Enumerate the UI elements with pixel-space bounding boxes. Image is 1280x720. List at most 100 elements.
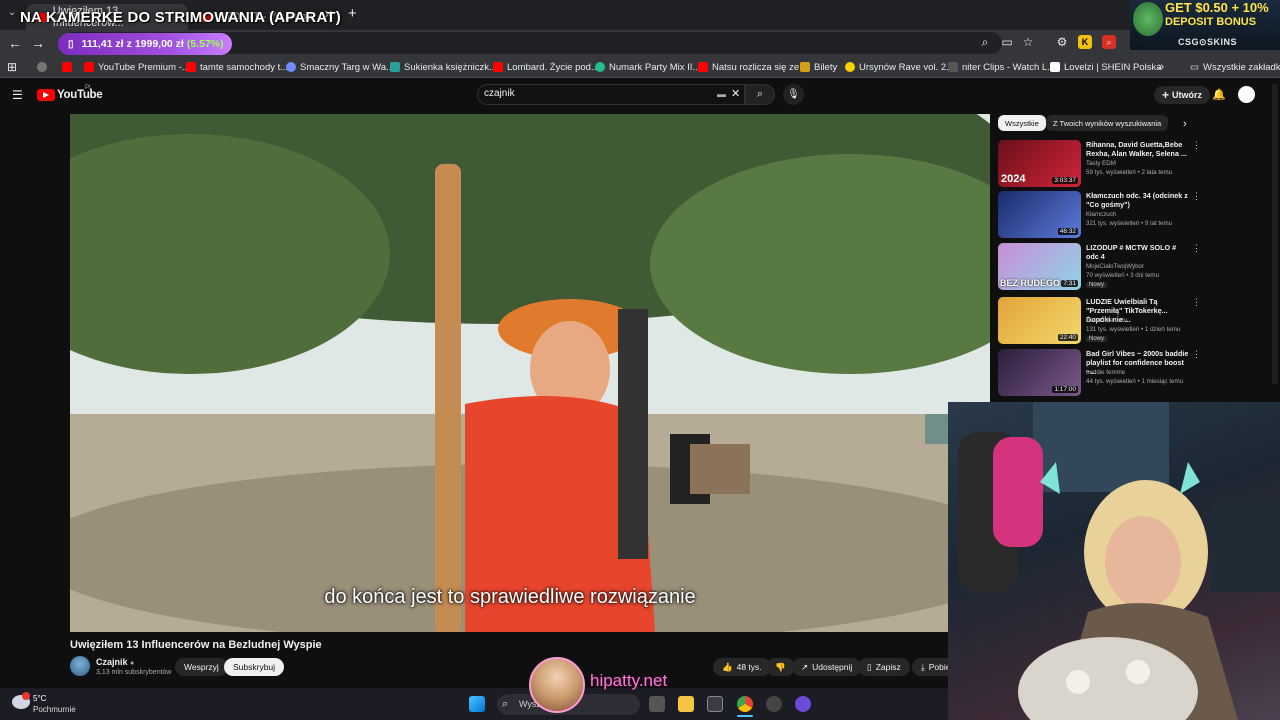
chip-label: Wszystkie [1005,118,1039,128]
video-thumbnail[interactable]: BEZ RUDEGO 7:31 [998,243,1081,290]
youtube-search-input[interactable] [477,84,745,105]
recommendation-item[interactable]: 46:32 Kłamczuch odc. 34 (odcinek z "Co g… [998,191,1208,241]
hamburger-menu-icon[interactable]: ☰ [12,88,23,102]
bookmark-item[interactable]: Lovelzi | SHEIN Polska [1050,59,1162,75]
extension-search-icon[interactable]: ⌕ [1102,35,1116,49]
star-bookmark-icon[interactable]: ☆ [1021,35,1035,49]
recommendation-title[interactable]: LIZODUP # MCTW SOLO # odc 4 [1086,243,1190,261]
more-options-icon[interactable]: ⋮ [1192,140,1201,151]
voice-search-button[interactable]: 🎙 [783,84,804,105]
microsoft-store-icon[interactable] [707,696,723,712]
windows-start-icon[interactable] [469,696,485,712]
video-thumbnail[interactable]: 22:40 [998,297,1081,344]
forward-arrow-icon[interactable]: → [29,34,47,52]
channel-avatar[interactable] [70,656,90,676]
recommendation-channel[interactable]: baddie femme [1086,369,1125,376]
keyboard-icon[interactable]: ▬ [717,89,726,99]
recommendation-item[interactable]: 2024 3:03:37 Rihanna, David Guetta,Bebe … [998,140,1208,190]
all-bookmarks-label: Wszystkie zakładki [1202,61,1280,73]
create-button[interactable]: + Utwórz [1154,86,1211,104]
youtube-logo-text: YouTube [57,89,103,101]
recommendation-meta: 321 tys. wyświetleń • 9 lat temu [1086,220,1173,227]
more-options-icon[interactable]: ⋮ [1192,297,1201,308]
more-options-icon[interactable]: ⋮ [1192,191,1201,202]
recommendation-item[interactable]: BEZ RUDEGO 7:31 LIZODUP # MCTW SOLO # od… [998,243,1208,293]
recommendation-title[interactable]: Rihanna, David Guetta,Bebe Rexha, Alan W… [1086,140,1190,158]
download-button[interactable]: ⤓Pobie [912,658,948,676]
video-player[interactable] [70,114,990,632]
dislike-button[interactable]: 👎 [766,658,795,676]
bookmark-item[interactable]: Smaczny Targ w Wa... [286,59,394,75]
page-scrollbar[interactable] [1272,84,1278,384]
cast-icon[interactable]: ▭ [1000,35,1014,49]
recommendation-item[interactable]: 1:17:00 Bad Girl Vibes ~ 2000s baddie pl… [998,349,1208,399]
youtube-play-icon [43,92,49,98]
bookmark-item[interactable]: tamte samochody t... [186,59,288,75]
obs-icon[interactable] [795,696,811,712]
chip-label: Z Twoich wyników wyszukiwania [1053,118,1162,128]
chip-all[interactable]: Wszystkie [998,115,1046,131]
all-bookmarks-folder[interactable]: ▭ Wszystkie zakładki [1190,59,1280,75]
video-frame-illustration [70,114,990,632]
video-thumbnail[interactable]: 1:17:00 [998,349,1081,396]
bookmark-label: Sukienka księżniczk... [404,61,497,73]
share-label: Udostępnij [812,662,853,672]
notifications-bell-icon[interactable]: 🔔 [1212,88,1226,101]
file-explorer-icon[interactable] [678,696,694,712]
extension-icon[interactable]: ⚙ [1055,35,1069,49]
bookmark-icon-only[interactable] [37,59,51,75]
bookmark-item[interactable]: Lombard. Życie pod... [493,59,599,75]
recommendation-channel[interactable]: Kłamczuch [1086,211,1116,218]
back-arrow-icon[interactable]: ← [6,34,24,52]
bookmark-favicon-icon [595,62,605,72]
search-button[interactable]: ⌕ [745,84,775,105]
task-view-icon[interactable] [649,696,665,712]
recommendation-channel[interactable]: MojeCiałoTwojWybor [1086,263,1144,270]
tab-search-chevron-icon[interactable]: ⌄ [4,7,20,23]
more-options-icon[interactable]: ⋮ [1192,349,1201,360]
bookmark-item[interactable]: Numark Party Mix II... [595,59,700,75]
recommendation-channel[interactable]: Tasty EDM [1086,160,1116,167]
extension-k-icon[interactable]: K [1078,35,1092,49]
channel-name[interactable]: Czajnik ● [96,657,134,667]
account-avatar[interactable] [1238,86,1255,103]
weather-condition[interactable]: Pochmurnie [33,705,76,714]
apps-grid-icon[interactable]: ⊞ [7,59,17,75]
video-thumbnail[interactable]: 2024 3:03:37 [998,140,1081,187]
support-button[interactable]: Wesprzyj [175,658,228,676]
more-options-icon[interactable]: ⋮ [1192,243,1201,254]
video-thumbnail[interactable]: 46:32 [998,191,1081,238]
recommendation-meta: 44 tys. wyświetleń • 1 miesiąc temu [1086,378,1184,385]
bookmark-favicon-icon [493,62,503,72]
bookmark-item[interactable]: Bilety [800,59,837,75]
chrome-icon[interactable] [737,696,753,712]
like-button[interactable]: 👍 48 tys. [713,658,771,676]
globe-icon [37,62,47,72]
active-app-indicator [737,715,753,717]
app-icon[interactable] [766,696,782,712]
save-button[interactable]: ▯ Zapisz [858,658,910,676]
new-tab-icon[interactable]: + [348,5,357,22]
recommendation-item[interactable]: 22:40 LUDZIE Uwielbiali Tą "Przemiłą" Ti… [998,297,1208,347]
bookmark-item[interactable]: Ursynów Rave vol. 2... [845,59,954,75]
streamer-handle: hipatty.net [590,671,668,690]
bookmark-label: tamte samochody t... [200,61,289,73]
bookmark-save-icon: ▯ [867,661,872,672]
zoom-icon[interactable]: ⌕ [978,35,992,49]
recommendation-title[interactable]: Kłamczuch odc. 34 (odcinek z "Co gośmy") [1086,191,1190,209]
share-button[interactable]: ↗ Udostępnij [792,658,862,676]
bookmark-item[interactable]: Sukienka księżniczk... [390,59,497,75]
bookmark-item[interactable]: YouTube Premium -... [84,59,190,75]
chips-next-chevron-icon[interactable]: › [1183,118,1187,130]
weather-temperature[interactable]: 5°C [33,694,46,703]
clear-search-icon[interactable]: ✕ [731,87,740,100]
subscribe-button[interactable]: Subskrybuj [224,658,285,676]
bookmarks-overflow-icon[interactable]: » [1158,59,1164,75]
bookmark-item[interactable]: niter Clips - Watch L... [948,59,1055,75]
chip-from-search[interactable]: Z Twoich wyników wyszukiwania [1046,115,1169,131]
bookmark-icon-only-yt[interactable] [62,59,76,75]
bookmark-favicon-icon [845,62,855,72]
bookmark-item[interactable]: Natsu rozlicza się ze... [698,59,807,75]
recommendation-channel[interactable]: Świat Internetu [1086,317,1127,324]
search-query[interactable]: czajnik [484,88,515,99]
